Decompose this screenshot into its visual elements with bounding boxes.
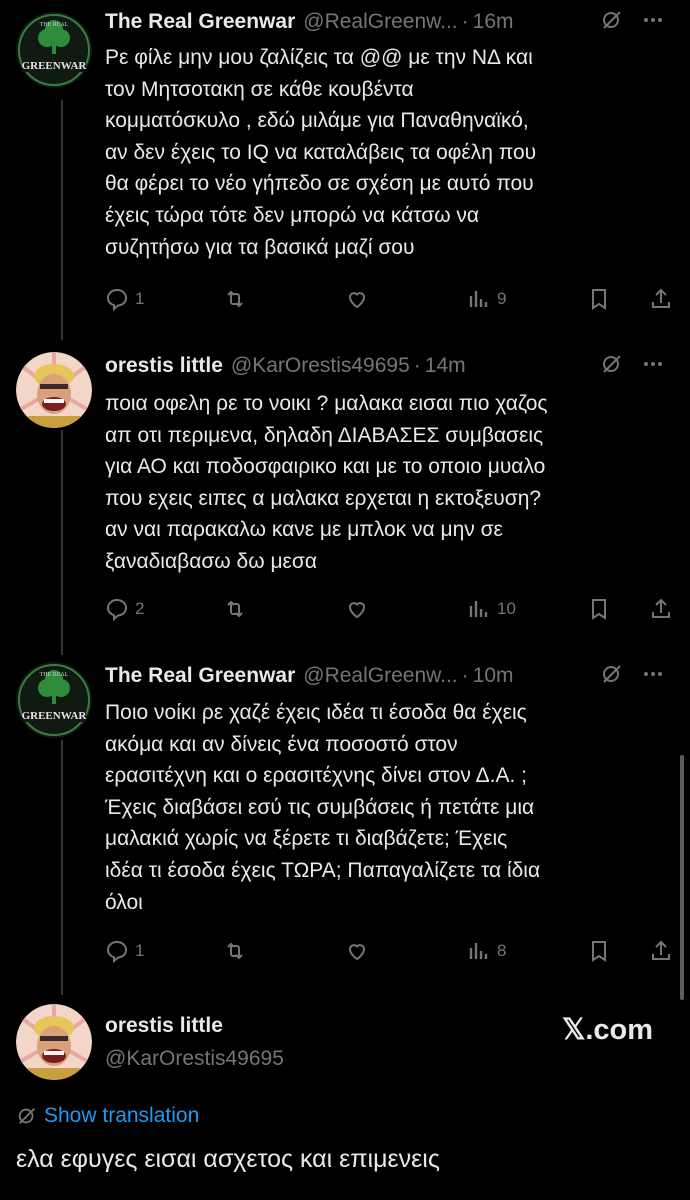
timestamp[interactable]: 14m: [425, 354, 466, 378]
avatar[interactable]: THE REAL GREENWAR: [16, 662, 92, 738]
tweet-header: The Real Greenwar @RealGreenw... · 10m: [105, 658, 680, 694]
repost-button[interactable]: [223, 284, 247, 314]
show-translation-label: Show translation: [44, 1104, 200, 1127]
show-translation-link[interactable]: Show translation: [16, 1104, 199, 1128]
reply-icon: [106, 940, 128, 963]
share-icon: [652, 288, 670, 308]
timestamp[interactable]: 16m: [473, 10, 514, 34]
tweet-text: Ρε φίλε μην μου ζαλίζεις τα @@ με την ΝΔ…: [105, 46, 537, 259]
tweet-header: The Real Greenwar @RealGreenw... · 16m: [105, 4, 680, 40]
views-button[interactable]: 10: [467, 594, 516, 624]
thread-line: [61, 430, 63, 655]
avatar[interactable]: [16, 1004, 92, 1080]
reply-button[interactable]: 1: [105, 284, 144, 314]
user-handle[interactable]: @KarOrestis49695: [231, 354, 410, 378]
repost-button[interactable]: [223, 594, 247, 624]
bookmark-button[interactable]: [587, 936, 611, 966]
svg-text:GREENWAR: GREENWAR: [22, 710, 88, 722]
views-count: 10: [497, 599, 516, 618]
display-name[interactable]: The Real Greenwar: [105, 10, 295, 34]
views-icon: [469, 601, 488, 617]
separator: ·: [413, 354, 421, 377]
views-count: 9: [497, 289, 507, 308]
reply-count: 1: [135, 941, 145, 960]
reply-button[interactable]: 1: [105, 936, 144, 966]
svg-text:THE REAL: THE REAL: [40, 22, 69, 28]
display-name[interactable]: orestis little: [105, 354, 223, 378]
grok-icon: [18, 1108, 35, 1124]
display-name[interactable]: orestis little: [105, 1014, 223, 1038]
share-button[interactable]: [649, 284, 673, 314]
thread-line: [61, 100, 63, 340]
tweet-text: ελα εφυγες εισαι ασχετος και επιμενεις: [16, 1145, 440, 1173]
grok-icon[interactable]: [600, 8, 624, 37]
grok-icon[interactable]: [600, 662, 624, 691]
views-count: 8: [497, 941, 507, 960]
svg-text:GREENWAR: GREENWAR: [22, 60, 88, 72]
action-bar: 2 10: [105, 594, 675, 624]
repost-icon: [227, 290, 243, 308]
avatar[interactable]: [16, 352, 92, 428]
heart-icon: [348, 602, 366, 619]
share-icon: [652, 598, 670, 618]
views-icon: [469, 291, 488, 307]
views-button[interactable]: 8: [467, 936, 506, 966]
more-icon[interactable]: [642, 662, 664, 691]
reply-count: 2: [135, 599, 145, 618]
display-name[interactable]: The Real Greenwar: [105, 664, 295, 688]
heart-icon: [348, 944, 366, 961]
timestamp[interactable]: 10m: [473, 664, 514, 688]
reply-icon: [106, 288, 128, 311]
user-handle[interactable]: @RealGreenw...: [303, 664, 457, 688]
bookmark-button[interactable]: [587, 594, 611, 624]
tweet-text: Ποιο νοίκι ρε χαζέ έχεις ιδέα τι έσοδα θ…: [105, 701, 541, 914]
bookmark-icon: [592, 941, 606, 962]
more-icon[interactable]: [642, 8, 664, 37]
tweet-text: ποια οφελη ρε το νοικι ? μαλακα εισαι πι…: [105, 392, 548, 573]
heart-icon: [348, 292, 366, 309]
like-button[interactable]: [345, 936, 369, 966]
bookmark-icon: [592, 599, 606, 620]
action-bar: 1 8: [105, 936, 675, 966]
user-handle[interactable]: @KarOrestis49695: [105, 1047, 284, 1071]
like-button[interactable]: [345, 284, 369, 314]
repost-button[interactable]: [223, 936, 247, 966]
bookmark-icon: [592, 289, 606, 310]
x-watermark: 𝕏.com: [562, 1014, 654, 1046]
repost-icon: [227, 942, 243, 960]
user-handle[interactable]: @RealGreenw...: [303, 10, 457, 34]
separator: ·: [461, 664, 469, 687]
share-button[interactable]: [649, 594, 673, 624]
reply-icon: [106, 598, 128, 621]
scrollbar[interactable]: [680, 755, 684, 1000]
more-icon[interactable]: [642, 352, 664, 381]
reply-button[interactable]: 2: [105, 594, 144, 624]
bookmark-button[interactable]: [587, 284, 611, 314]
views-button[interactable]: 9: [467, 284, 506, 314]
share-icon: [652, 940, 670, 960]
separator: ·: [461, 10, 469, 33]
tweet-header: orestis little @KarOrestis49695 · 14m: [105, 348, 680, 384]
like-button[interactable]: [345, 594, 369, 624]
grok-icon[interactable]: [600, 352, 624, 381]
repost-icon: [227, 600, 243, 618]
action-bar: 1 9: [105, 284, 675, 314]
thread-line: [61, 740, 63, 995]
avatar[interactable]: THE REAL GREENWAR: [16, 12, 92, 88]
reply-count: 1: [135, 289, 145, 308]
share-button[interactable]: [649, 936, 673, 966]
svg-text:THE REAL: THE REAL: [40, 672, 69, 678]
views-icon: [469, 943, 488, 959]
